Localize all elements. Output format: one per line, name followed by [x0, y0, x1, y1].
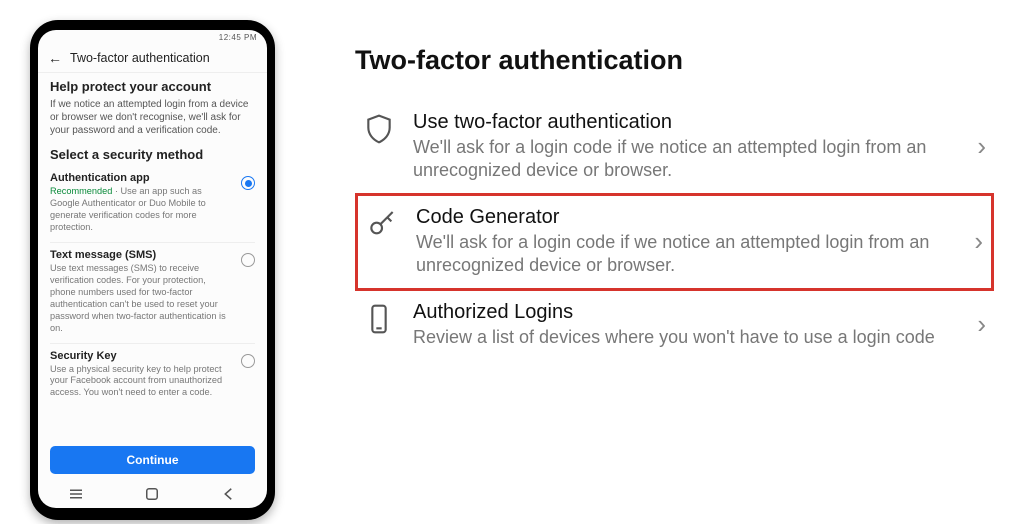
chevron-right-icon: › [977, 309, 986, 340]
settings-content: Help protect your account If we notice a… [38, 73, 267, 440]
method-security-key[interactable]: Security Key Use a physical security key… [50, 344, 255, 408]
method-title: Authentication app [50, 172, 233, 184]
method-auth-app[interactable]: Authentication app Recommended · Use an … [50, 166, 255, 243]
status-bar: 12:45 PM [38, 30, 267, 44]
continue-button[interactable]: Continue [50, 446, 255, 474]
back-nav-icon[interactable] [220, 485, 238, 506]
chevron-right-icon: › [977, 131, 986, 162]
method-title: Security Key [50, 350, 233, 362]
method-desc: Recommended · Use an app such as Google … [50, 186, 233, 234]
back-arrow-icon[interactable]: ← [48, 50, 62, 66]
recommended-label: Recommended [50, 186, 112, 196]
help-protect-body: If we notice an attempted login from a d… [50, 98, 255, 137]
app-header: ← Two-factor authentication [38, 44, 267, 73]
android-nav-bar [38, 482, 267, 508]
status-bar-time: 12:45 PM [219, 33, 257, 42]
shield-icon [363, 111, 395, 150]
settings-list: Two-factor authentication Use two-factor… [275, 20, 994, 359]
device-icon [363, 301, 395, 340]
phone-frame: 12:45 PM ← Two-factor authentication Hel… [30, 20, 275, 520]
radio-auth-app[interactable] [241, 176, 255, 190]
setting-title: Use two-factor authentication [413, 111, 959, 134]
chevron-right-icon: › [974, 226, 983, 257]
method-title: Text message (SMS) [50, 249, 233, 261]
setting-desc: We'll ask for a login code if we notice … [413, 136, 959, 183]
setting-code-generator[interactable]: Code Generator We'll ask for a login cod… [355, 193, 994, 291]
help-protect-title: Help protect your account [50, 79, 255, 94]
setting-desc: We'll ask for a login code if we notice … [416, 231, 956, 278]
select-method-title: Select a security method [50, 147, 255, 162]
home-icon[interactable] [143, 485, 161, 506]
setting-title: Authorized Logins [413, 301, 959, 324]
method-sms[interactable]: Text message (SMS) Use text messages (SM… [50, 243, 255, 344]
radio-security-key[interactable] [241, 354, 255, 368]
method-desc: Use a physical security key to help prot… [50, 364, 233, 400]
key-icon [366, 206, 398, 245]
setting-desc: Review a list of devices where you won't… [413, 326, 959, 349]
setting-two-factor-auth[interactable]: Use two-factor authentication We'll ask … [355, 101, 994, 193]
method-desc: Use text messages (SMS) to receive verif… [50, 263, 233, 335]
recent-apps-icon[interactable] [67, 485, 85, 506]
page-title: Two-factor authentication [355, 45, 994, 76]
setting-title: Code Generator [416, 206, 956, 229]
radio-sms[interactable] [241, 253, 255, 267]
setting-authorized-logins[interactable]: Authorized Logins Review a list of devic… [355, 291, 994, 359]
phone-screen: 12:45 PM ← Two-factor authentication Hel… [38, 30, 267, 508]
header-title: Two-factor authentication [70, 51, 210, 65]
